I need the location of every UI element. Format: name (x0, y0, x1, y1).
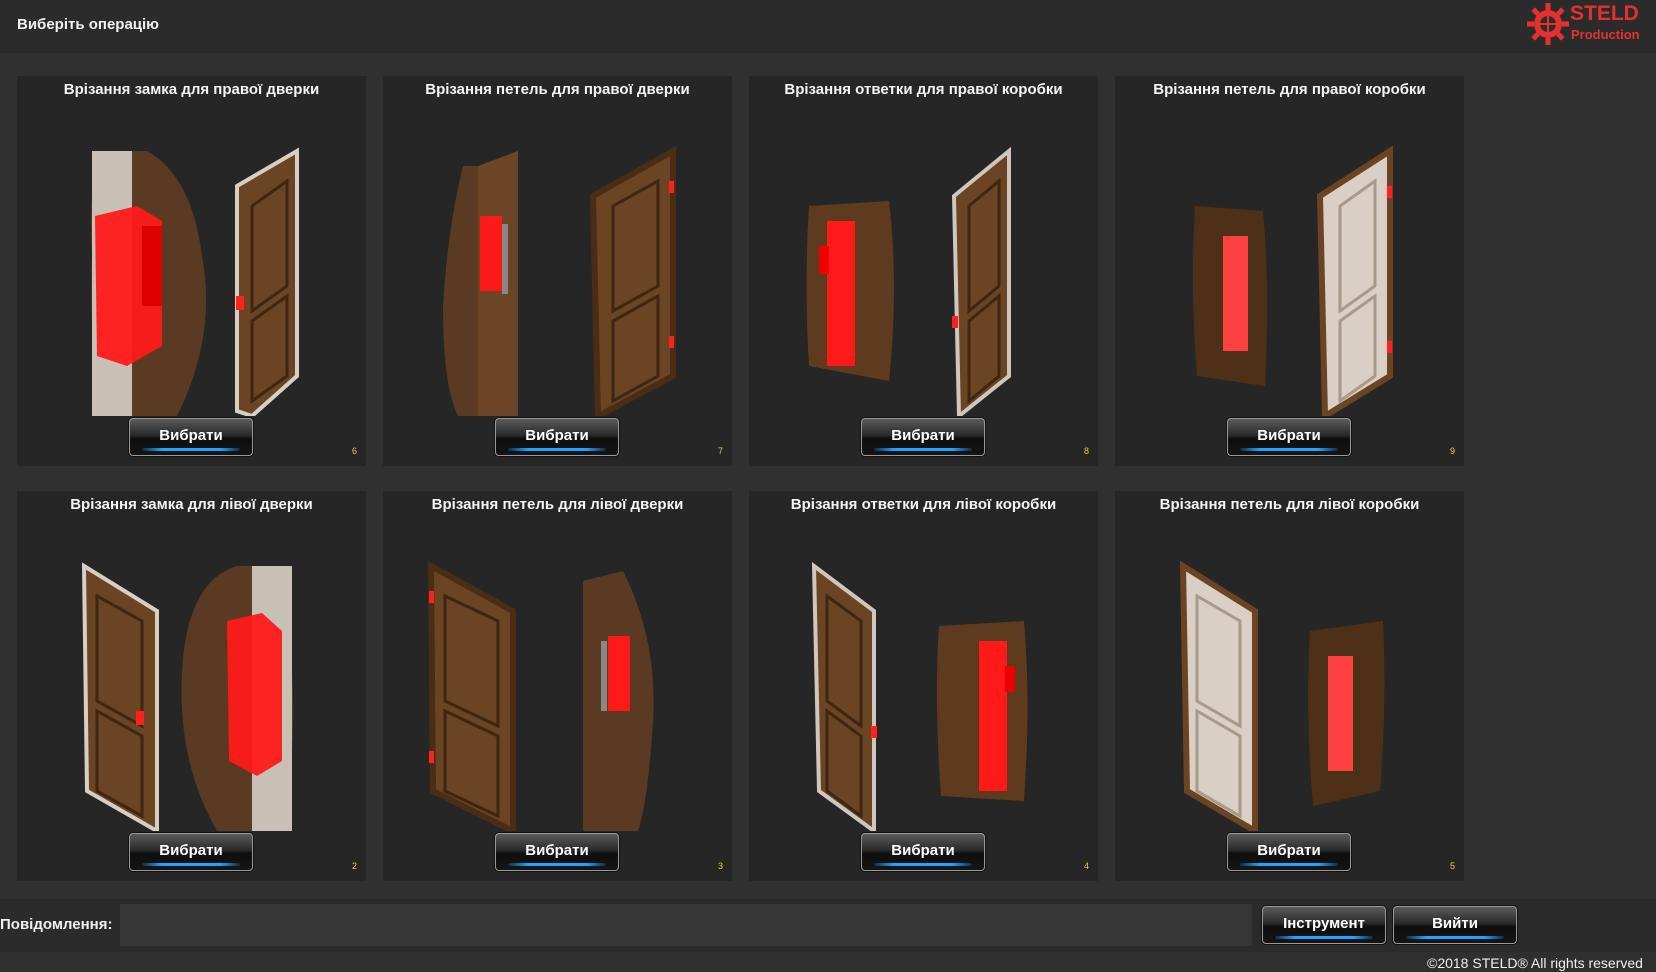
steld-logo: STELD Production (1526, 2, 1652, 46)
operation-number: 2 (351, 861, 357, 871)
operation-title: Врізання ответки для лівої коробки (790, 496, 1057, 513)
left-frame-hinges-illustration (1179, 560, 1385, 831)
right-door-lock-illustration (91, 147, 299, 416)
logo-subtitle: Production (1571, 27, 1640, 42)
select-button[interactable]: Вибрати (495, 418, 619, 456)
operation-card: Врізання петель для лівої коробки Вибрат… (1115, 491, 1464, 881)
left-door-hinges-illustration (427, 560, 654, 831)
left-door-lock-illustration (81, 562, 294, 831)
operation-number: 9 (1449, 446, 1455, 456)
logo-brand: STELD (1570, 2, 1639, 25)
operation-card: Врізання ответки для правої коробки Вибр… (749, 76, 1098, 466)
operation-card: Врізання петель для правої коробки Вибра… (1115, 76, 1464, 466)
operation-number: 8 (1083, 446, 1089, 456)
operation-number: 3 (717, 861, 723, 871)
right-door-hinges-illustration (443, 145, 676, 416)
select-button[interactable]: Вибрати (129, 418, 253, 456)
left-frame-strike-illustration (811, 561, 1028, 831)
exit-button[interactable]: Вийти (1393, 906, 1517, 944)
operation-title: Врізання петель для правої дверки (425, 81, 690, 98)
select-button[interactable]: Вибрати (861, 833, 985, 871)
operation-card: Врізання петель для правої дверки Вибрат… (383, 76, 732, 466)
select-button[interactable]: Вибрати (861, 418, 985, 456)
gear-logo-icon (1527, 3, 1569, 45)
operation-card: Врізання замка для правої дверки Вибрати… (17, 76, 366, 466)
operation-number: 4 (1083, 861, 1089, 871)
bottom-bar: Повідомлення: Інструмент Вийти (0, 899, 1656, 952)
operation-title: Врізання петель для правої коробки (1153, 81, 1426, 98)
operation-card: Врізання ответки для лівої коробки Вибра… (749, 491, 1098, 881)
operation-title: Врізання ответки для правої коробки (784, 81, 1063, 98)
footer: ©2018 STELD® All rights reserved (0, 952, 1656, 972)
message-label: Повідомлення: (0, 916, 113, 933)
page-title: Виберіть операцію (17, 16, 159, 33)
operation-title: Врізання петель для лівої дверки (431, 496, 684, 513)
right-frame-strike-illustration (806, 146, 1011, 416)
operation-title: Врізання замка для правої дверки (63, 81, 320, 98)
operation-card: Врізання петель для лівої дверки Вибрати… (383, 491, 732, 881)
message-field (120, 904, 1252, 946)
operation-title: Врізання замка для лівої дверки (70, 496, 313, 513)
operation-number: 5 (1449, 861, 1455, 871)
tool-button[interactable]: Інструмент (1262, 906, 1386, 944)
select-button[interactable]: Вибрати (129, 833, 253, 871)
operation-number: 7 (717, 446, 723, 456)
select-button[interactable]: Вибрати (1227, 418, 1351, 456)
operation-title: Врізання петель для лівої коробки (1159, 496, 1420, 513)
select-button[interactable]: Вибрати (1227, 833, 1351, 871)
operations-grid: Врізання замка для правої дверки Вибрати… (0, 53, 1656, 899)
top-bar: Виберіть операцію STELD Production (0, 0, 1656, 53)
right-frame-hinges-illustration (1192, 145, 1393, 416)
copyright-text: ©2018 STELD® All rights reserved (1427, 955, 1643, 971)
operation-card: Врізання замка для лівої дверки Вибрати … (17, 491, 366, 881)
operation-number: 6 (351, 446, 357, 456)
select-button[interactable]: Вибрати (495, 833, 619, 871)
